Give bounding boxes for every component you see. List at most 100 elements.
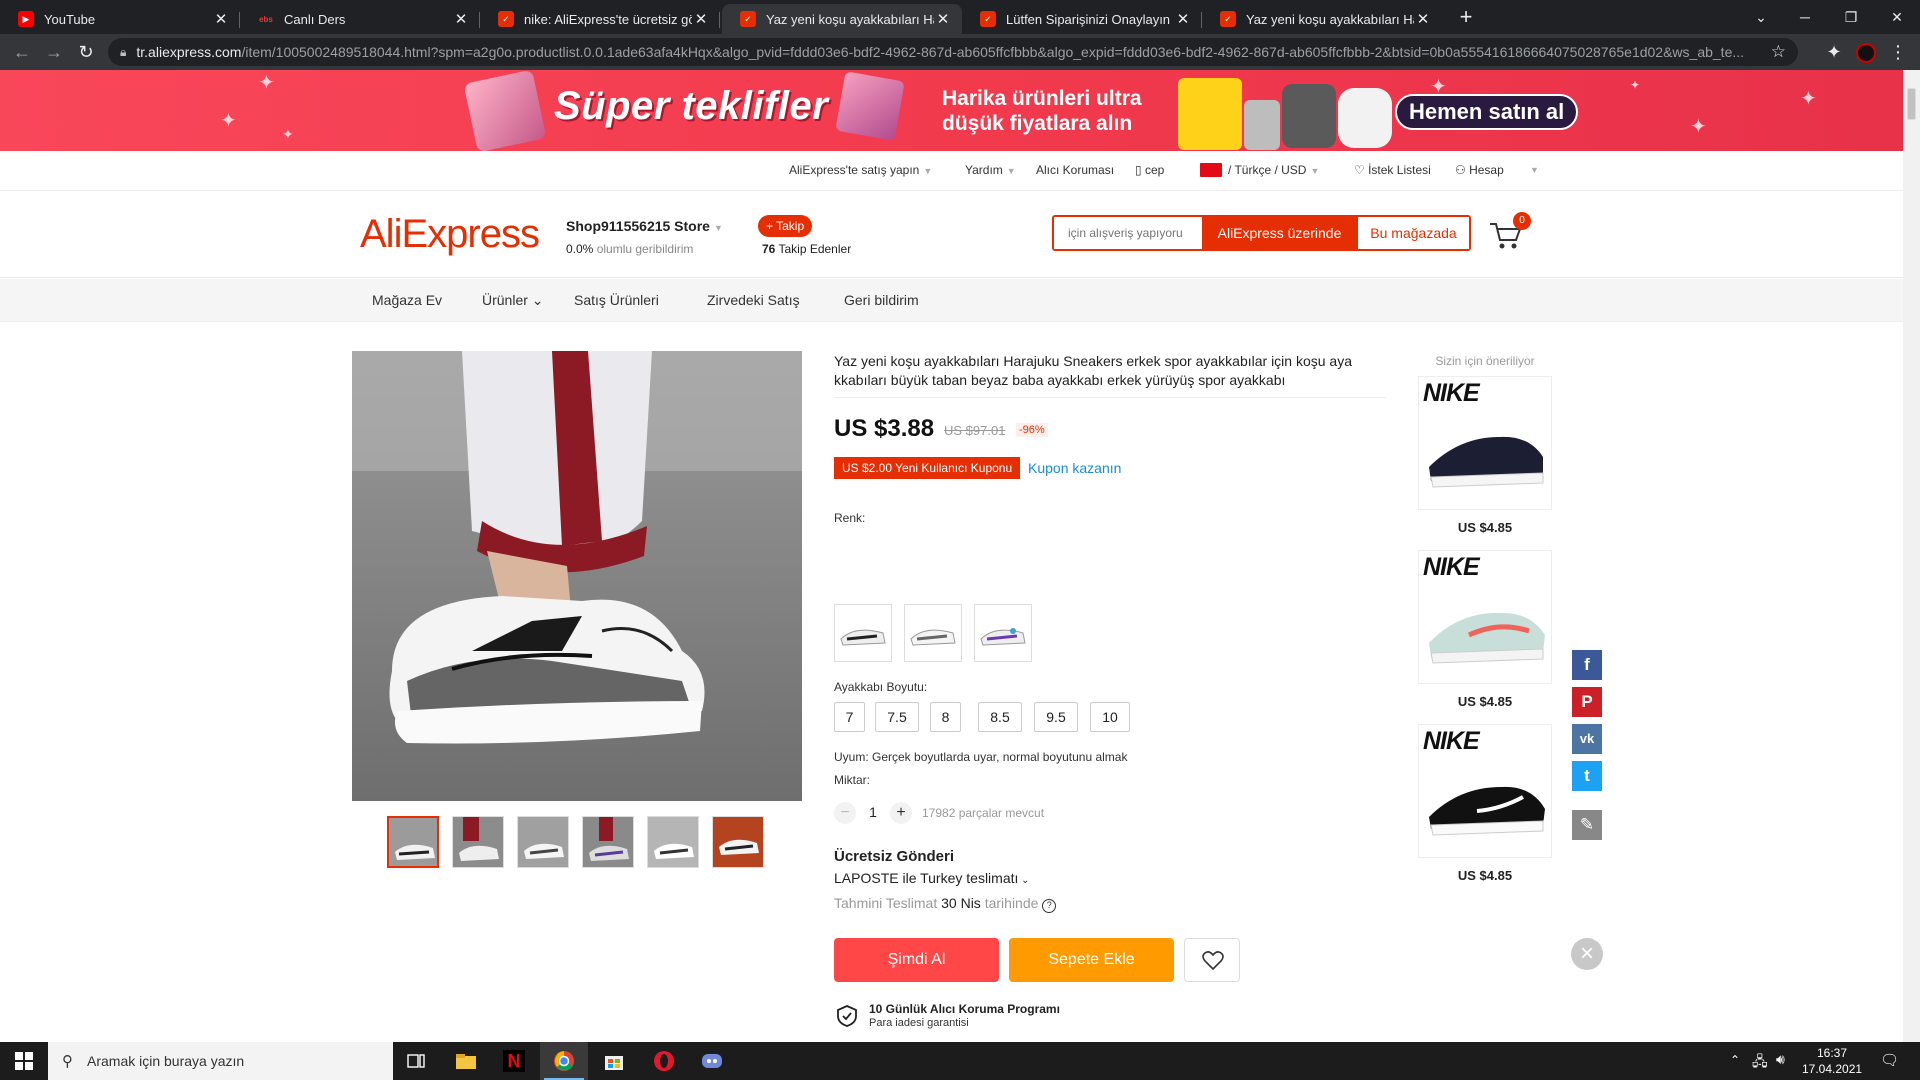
store-name[interactable]: Shop911556215 Store ▼ bbox=[566, 218, 723, 234]
new-user-coupon[interactable]: US $2.00 Yeni Kullanıcı Kuponu bbox=[834, 457, 1025, 479]
close-tab-icon[interactable]: ✕ bbox=[212, 10, 230, 28]
search-store-button[interactable]: Bu mağazada bbox=[1357, 217, 1469, 249]
wishlist-link[interactable]: ♡ İstek Listesi bbox=[1354, 163, 1431, 177]
pinterest-icon[interactable]: P bbox=[1572, 687, 1602, 717]
language-currency-selector[interactable]: / Türkçe / USD ▼ bbox=[1200, 163, 1319, 177]
address-bar[interactable]: 🔒︎ tr.aliexpress.com/item/10050024895180… bbox=[108, 38, 1798, 66]
search-input[interactable] bbox=[1054, 217, 1202, 249]
shipping-method-selector[interactable]: LAPOSTE ile Turkey teslimatı ⌄ bbox=[834, 870, 1030, 886]
product-thumbnail[interactable] bbox=[712, 816, 764, 868]
file-explorer-icon[interactable] bbox=[442, 1042, 490, 1080]
chrome-icon[interactable] bbox=[540, 1042, 588, 1080]
notifications-icon[interactable]: 🗨︎ bbox=[1880, 1051, 1899, 1069]
search-aliexpress-button[interactable]: AliExpress üzerinde bbox=[1202, 217, 1357, 249]
product-thumbnail[interactable] bbox=[647, 816, 699, 868]
account-link[interactable]: ⚇ Hesap bbox=[1455, 163, 1504, 177]
restore-button[interactable]: ❐ bbox=[1828, 0, 1874, 34]
nav-top-selling[interactable]: Zirvedeki Satış bbox=[707, 292, 800, 308]
tab-canli-ders[interactable]: ebs Canlı Ders ✕ bbox=[240, 4, 480, 34]
page-scrollbar[interactable] bbox=[1903, 70, 1920, 1042]
quantity-decrease-button[interactable]: − bbox=[834, 802, 856, 824]
quantity-increase-button[interactable]: + bbox=[890, 802, 912, 824]
vk-icon[interactable]: vk bbox=[1572, 724, 1602, 754]
tab-product-2[interactable]: ✓ Yaz yeni koşu ayakkabıları Harajuk ✕ bbox=[1202, 4, 1442, 34]
minimize-button[interactable]: ─ bbox=[1782, 0, 1828, 34]
help-link[interactable]: Yardım ▼ bbox=[965, 163, 1016, 177]
aliexpress-logo[interactable]: AliExpress bbox=[360, 212, 540, 257]
size-option[interactable]: 8.5 bbox=[978, 702, 1022, 732]
extensions-icon[interactable]: ✦ bbox=[1822, 40, 1846, 64]
quantity-value[interactable]: 1 bbox=[866, 804, 880, 820]
new-tab-button[interactable]: + bbox=[1452, 4, 1480, 32]
start-button[interactable] bbox=[0, 1042, 48, 1080]
main-product-image[interactable] bbox=[352, 351, 802, 801]
recommended-item[interactable]: NIKE bbox=[1418, 550, 1552, 684]
buy-now-button[interactable]: Şimdi Al bbox=[834, 938, 999, 982]
tab-youtube[interactable]: ▶ YouTube ✕ bbox=[0, 4, 240, 34]
product-thumbnail[interactable] bbox=[517, 816, 569, 868]
close-tab-icon[interactable]: ✕ bbox=[1414, 10, 1432, 28]
profile-avatar[interactable] bbox=[1856, 43, 1876, 63]
recommended-item[interactable]: NIKE bbox=[1418, 724, 1552, 858]
product-thumbnail[interactable] bbox=[387, 816, 439, 868]
task-view-icon[interactable] bbox=[392, 1042, 440, 1080]
product-thumbnail[interactable] bbox=[452, 816, 504, 868]
nav-feedback[interactable]: Geri bildirim bbox=[844, 292, 919, 308]
product-thumbnail[interactable] bbox=[582, 816, 634, 868]
browser-toolbar: ← → ↻ 🔒︎ tr.aliexpress.com/item/10050024… bbox=[0, 34, 1920, 70]
add-to-cart-button[interactable]: Sepete Ekle bbox=[1009, 938, 1174, 982]
taskbar-search[interactable]: ⚲ Aramak için buraya yazın bbox=[48, 1042, 393, 1080]
promo-banner[interactable]: ✦ ✦ ✦ ✦ ✦ ✦ ✦ Süper teklifler Harika ürü… bbox=[0, 70, 1903, 151]
buyer-protection-link[interactable]: Alıcı Koruması bbox=[1036, 163, 1114, 177]
tab-order-confirm[interactable]: ✓ Lütfen Siparişinizi Onaylayın - Ali ✕ bbox=[962, 4, 1202, 34]
color-swatch[interactable] bbox=[834, 604, 892, 662]
help-icon[interactable]: ? bbox=[1042, 899, 1057, 913]
back-icon[interactable]: ← bbox=[10, 40, 34, 64]
tab-title: nike: AliExpress'te ücretsiz gönde bbox=[524, 11, 692, 27]
twitter-icon[interactable]: t bbox=[1572, 761, 1602, 791]
tab-nike-search[interactable]: ✓ nike: AliExpress'te ücretsiz gönde ✕ bbox=[480, 4, 720, 34]
promo-cta-button[interactable]: Hemen satın al bbox=[1395, 94, 1579, 130]
size-option[interactable]: 8 bbox=[930, 702, 961, 732]
mobile-link[interactable]: ▯ cep bbox=[1135, 163, 1164, 177]
netflix-icon[interactable]: N bbox=[490, 1042, 538, 1080]
nav-products[interactable]: Ürünler ⌄ bbox=[482, 292, 544, 309]
tab-search-icon[interactable]: ⌄ bbox=[1738, 0, 1784, 34]
forward-icon[interactable]: → bbox=[42, 40, 66, 64]
close-window-button[interactable]: ✕ bbox=[1874, 0, 1920, 34]
backpack-product-image bbox=[1178, 78, 1242, 150]
taskbar-clock[interactable]: 16:37 17.04.2021 bbox=[1802, 1045, 1862, 1077]
nav-store-home[interactable]: Mağaza Ev bbox=[372, 292, 442, 308]
wishlist-button[interactable] bbox=[1184, 938, 1240, 982]
recommended-item[interactable]: NIKE bbox=[1418, 376, 1552, 510]
close-tab-icon[interactable]: ✕ bbox=[452, 10, 470, 28]
tab-product-active[interactable]: ✓ Yaz yeni koşu ayakkabıları Harajuk ✕ bbox=[722, 4, 962, 34]
size-option[interactable]: 7 bbox=[834, 702, 865, 732]
bookmark-star-icon[interactable]: ☆ bbox=[1771, 42, 1786, 62]
opera-icon[interactable] bbox=[640, 1042, 688, 1080]
network-icon[interactable]: 🖧︎ bbox=[1752, 1051, 1768, 1075]
chevron-down-icon[interactable]: ▼ bbox=[1530, 165, 1539, 175]
nav-sale-items[interactable]: Satış Ürünleri bbox=[574, 292, 659, 308]
store-icon[interactable] bbox=[590, 1042, 638, 1080]
browser-menu-icon[interactable]: ⋮ bbox=[1886, 40, 1910, 64]
close-tab-icon[interactable]: ✕ bbox=[934, 10, 952, 28]
color-swatch[interactable] bbox=[974, 604, 1032, 662]
color-swatch[interactable] bbox=[904, 604, 962, 662]
edit-icon[interactable]: ✎ bbox=[1572, 810, 1602, 840]
volume-icon[interactable]: 🔊︎ bbox=[1776, 1051, 1785, 1068]
reload-icon[interactable]: ↻ bbox=[74, 40, 98, 64]
facebook-icon[interactable]: f bbox=[1572, 650, 1602, 680]
close-tab-icon[interactable]: ✕ bbox=[1174, 10, 1192, 28]
sell-on-aliexpress-link[interactable]: AliExpress'te satış yapın ▼ bbox=[789, 163, 932, 177]
size-option[interactable]: 7.5 bbox=[875, 702, 919, 732]
scrollbar-thumb[interactable] bbox=[1907, 88, 1916, 120]
get-coupon-link[interactable]: Kupon kazanın bbox=[1028, 460, 1121, 476]
close-tab-icon[interactable]: ✕ bbox=[692, 10, 710, 28]
close-share-icon[interactable]: × bbox=[1571, 938, 1603, 970]
size-option[interactable]: 10 bbox=[1090, 702, 1130, 732]
size-option[interactable]: 9.5 bbox=[1034, 702, 1078, 732]
follow-store-button[interactable]: + Takip bbox=[758, 215, 813, 237]
discord-icon[interactable] bbox=[688, 1042, 736, 1080]
show-hidden-icons[interactable]: ⌃ bbox=[1730, 1053, 1740, 1067]
